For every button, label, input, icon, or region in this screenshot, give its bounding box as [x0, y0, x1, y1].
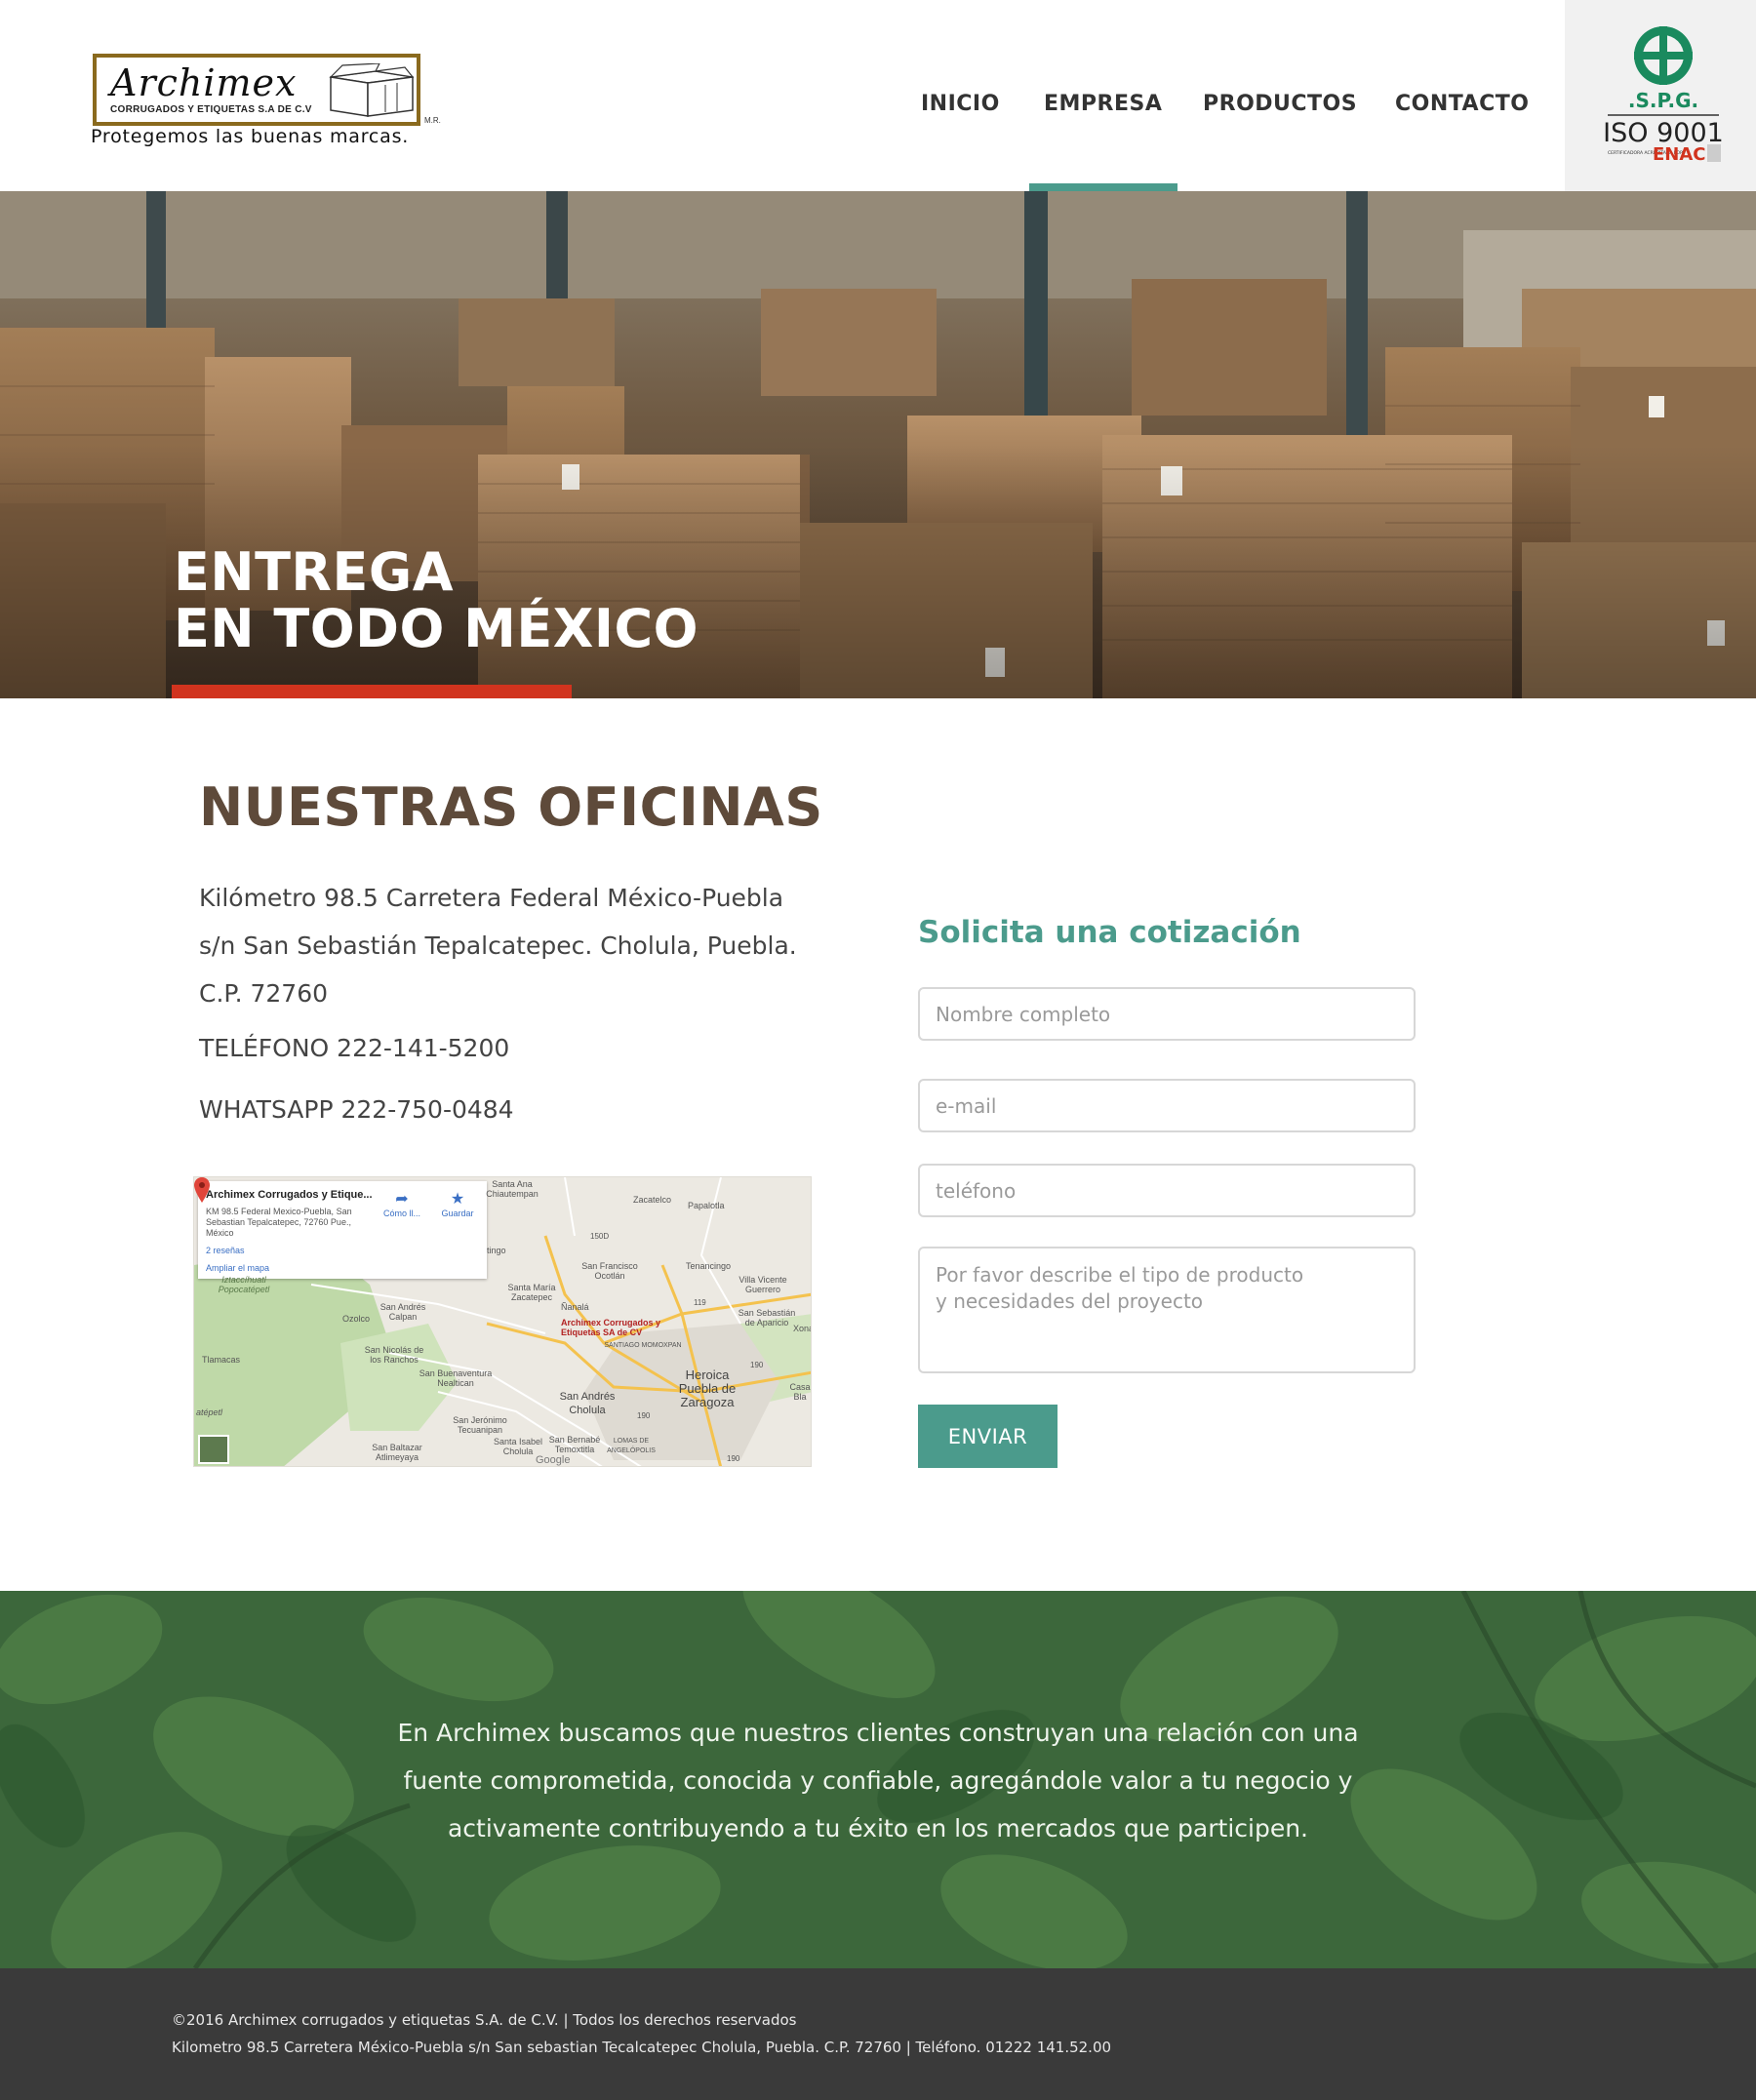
- name-input[interactable]: [918, 987, 1416, 1041]
- office-whatsapp: WHATSAPP 222-750-0484: [199, 1095, 514, 1124]
- footer-copyright: ©2016 Archimex corrugados y etiquetas S.…: [172, 2011, 797, 2029]
- office-phone: TELÉFONO 222-141-5200: [199, 1034, 510, 1062]
- map-place-label: Ñanalá: [561, 1302, 589, 1312]
- hero-title: ENTREGA EN TODO MÉXICO: [174, 544, 698, 657]
- map-place-label: San Baltazar Atlimeyaya: [372, 1443, 422, 1462]
- road-shield: 150D: [590, 1232, 610, 1241]
- map-place-label: San Sebastián de Aparicio: [738, 1308, 796, 1327]
- cert-org: .S.P.G.: [1628, 89, 1698, 112]
- map-directions-button[interactable]: ➦ Cómo ll...: [378, 1191, 426, 1218]
- map-place-label: SANTIAGO MOMOXPAN: [604, 1342, 682, 1349]
- send-button[interactable]: ENVIAR: [918, 1405, 1058, 1468]
- map-place-label: Santa Ana Chiautempan: [486, 1179, 539, 1199]
- nav-empresa[interactable]: EMPRESA: [1044, 92, 1162, 116]
- nav-contacto[interactable]: CONTACTO: [1395, 92, 1529, 116]
- map-place-label: tingo: [487, 1246, 506, 1255]
- mission-line: activamente contribuyendo a tu éxito en …: [447, 1814, 1309, 1842]
- map-place-label: San Jerónimo Tecuanipan: [453, 1415, 507, 1435]
- hero-title-line2: EN TODO MÉXICO: [174, 598, 699, 659]
- map-place-label: Tlamacas: [202, 1355, 241, 1365]
- map-place-label: San Bernabé Temoxtitla: [548, 1435, 601, 1454]
- hero-title-line1: ENTREGA: [174, 541, 454, 603]
- address-line: Kilómetro 98.5 Carretera Federal México-…: [199, 884, 784, 912]
- mission-line: fuente comprometida, conocida y confiabl…: [403, 1766, 1353, 1795]
- map-reviews-link[interactable]: 2 reseñas: [206, 1246, 245, 1255]
- nav-active-indicator: [1029, 183, 1177, 191]
- map-place-label: Iztaccíhuatl Popocatépetl: [218, 1275, 270, 1294]
- hero-accent-bar: [172, 685, 572, 698]
- road-shield: 190: [727, 1454, 740, 1463]
- road-shield: 190: [750, 1361, 764, 1369]
- map-place-label: San Nicolás de los Ranchos: [364, 1345, 424, 1365]
- iso-certification-badge: .S.P.G. ISO 9001 CERTIFICADORA ACREDITAD…: [1565, 0, 1756, 191]
- logo-name: Archimex: [110, 61, 298, 104]
- map-directions-label: Cómo ll...: [382, 1208, 420, 1218]
- map-place-label: Casa Bla: [789, 1382, 811, 1402]
- map-place-label: San Francisco Ocotlán: [581, 1261, 638, 1281]
- mission-banner: En Archimex buscamos que nuestros client…: [0, 1591, 1756, 1968]
- map-place-label: Xona: [793, 1324, 812, 1333]
- logo-trademark: M.R.: [424, 116, 441, 125]
- map-place-label: Papalotla: [688, 1201, 725, 1210]
- road-shield: 119: [694, 1298, 706, 1307]
- hero-banner: ENTREGA EN TODO MÉXICO: [0, 191, 1756, 698]
- map-place-label: San Andrés Cholula: [559, 1391, 616, 1416]
- nav-inicio[interactable]: INICIO: [921, 92, 1000, 116]
- map-place-label: LOMAS DE ANGELÓPOLIS: [607, 1438, 656, 1454]
- mission-statement: En Archimex buscamos que nuestros client…: [371, 1709, 1385, 1852]
- map-pin-icon[interactable]: [194, 1177, 210, 1203]
- map-place-title: Archimex Corrugados y Etique...: [206, 1189, 373, 1201]
- box-icon: [329, 63, 415, 117]
- map-place-label: Tenancingo: [686, 1261, 732, 1271]
- nav-productos[interactable]: PRODUCTOS: [1203, 92, 1357, 116]
- spg-iso-logo: .S.P.G. ISO 9001 CERTIFICADORA ACREDITAD…: [1603, 26, 1724, 165]
- offices-title: NUESTRAS OFICINAS: [199, 776, 823, 838]
- map-expand-link[interactable]: Ampliar el mapa: [206, 1263, 269, 1273]
- directions-icon: ➦: [395, 1191, 409, 1208]
- map-place-label: Heroica Puebla de Zaragoza: [678, 1367, 737, 1409]
- address-line: C.P. 72760: [199, 979, 329, 1008]
- map-place-label: Ozolco: [342, 1314, 371, 1324]
- satellite-toggle[interactable]: [198, 1435, 229, 1464]
- map-place-label: San Buenaventura Nealtican: [419, 1368, 493, 1388]
- phone-input[interactable]: [918, 1164, 1416, 1217]
- map-place-address: KM 98.5 Federal Mexico-Puebla, San Sebas…: [206, 1207, 352, 1238]
- site-footer: ©2016 Archimex corrugados y etiquetas S.…: [0, 1968, 1756, 2100]
- logo-subtitle: CORRUGADOS Y ETIQUETAS S.A DE C.V: [110, 104, 312, 115]
- map-place-label: San Andrés Calpan: [379, 1302, 426, 1322]
- map-save-button[interactable]: ★ Guardar: [432, 1191, 483, 1218]
- star-icon: ★: [450, 1191, 465, 1208]
- road-shield: 190: [637, 1411, 651, 1420]
- footer-address: Kilometro 98.5 Carretera México-Puebla s…: [172, 2039, 1112, 2056]
- site-header: Archimex CORRUGADOS Y ETIQUETAS S.A DE C…: [0, 0, 1756, 191]
- logo-tagline: Protegemos las buenas marcas.: [91, 126, 410, 147]
- map-pin-label: Archimex Corrugados y Etiquetas SA de CV: [561, 1318, 661, 1337]
- address-line: s/n San Sebastián Tepalcatepec. Cholula,…: [199, 931, 797, 960]
- mission-line: En Archimex buscamos que nuestros client…: [397, 1719, 1359, 1747]
- map-place-label: Santa Isabel Cholula: [493, 1437, 543, 1456]
- google-logo: Google: [536, 1454, 571, 1466]
- office-address: Kilómetro 98.5 Carretera Federal México-…: [199, 874, 797, 1017]
- map-place-label: Zacatelco: [633, 1195, 672, 1205]
- quote-form-title: Solicita una cotización: [918, 915, 1301, 950]
- email-input[interactable]: [918, 1079, 1416, 1132]
- map-place-label: Villa Vicente Guerrero: [738, 1275, 787, 1294]
- message-textarea[interactable]: [918, 1247, 1416, 1373]
- cert-accreditor: ENAC: [1653, 144, 1706, 165]
- map-place-label: Santa María Zacatepec: [507, 1283, 556, 1302]
- archimex-logo[interactable]: Archimex CORRUGADOS Y ETIQUETAS S.A DE C…: [91, 52, 452, 149]
- logo-frame: Archimex CORRUGADOS Y ETIQUETAS S.A DE C…: [93, 54, 420, 126]
- google-map[interactable]: Archimex Corrugados y Etique... KM 98.5 …: [193, 1176, 812, 1467]
- map-save-label: Guardar: [441, 1208, 474, 1218]
- map-place-card: Archimex Corrugados y Etique... KM 98.5 …: [198, 1181, 487, 1279]
- map-place-label: atépetl: [196, 1407, 223, 1417]
